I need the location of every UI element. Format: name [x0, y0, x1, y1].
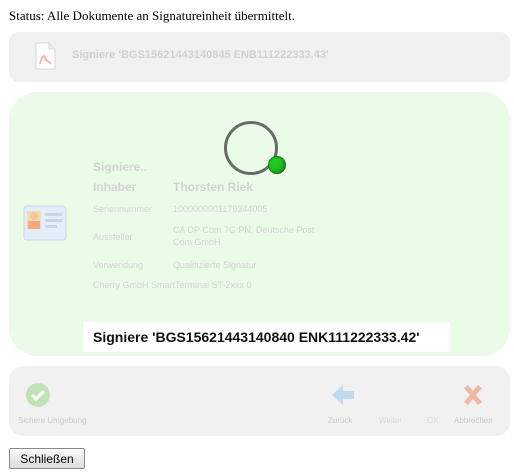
usage-label: Verwendung [93, 260, 144, 270]
serial-label: Seriennummer [93, 204, 153, 214]
pdf-document-icon [34, 42, 56, 75]
next-button[interactable]: Weiter [379, 416, 402, 425]
holder-label: Inhaber [93, 180, 137, 194]
signing-message-box: Signiere 'BGS15621443140840 ENK111222333… [83, 322, 450, 352]
close-button[interactable]: Schließen [9, 448, 85, 469]
status-message: Status: Alle Dokumente an Signatureinhei… [9, 8, 295, 23]
signature-card-icon [23, 205, 67, 246]
usage-value: Qualifizierte Signatur [173, 260, 257, 270]
back-arrow-icon[interactable] [330, 382, 356, 413]
issuer-label: Aussteller [93, 232, 133, 242]
card-heading: Signiere.. [93, 160, 148, 174]
holder-value: Thorsten Riek [173, 180, 254, 194]
spinner-dot-icon [268, 156, 286, 174]
serial-value: 1000000001179344005 [173, 204, 268, 214]
ok-button[interactable]: OK [427, 416, 439, 425]
document-title: Signiere 'BGS15621443140845 ENB111222333… [72, 49, 329, 61]
back-button[interactable]: Zurück [328, 416, 352, 425]
cancel-x-icon[interactable] [460, 382, 486, 413]
cancel-button[interactable]: Abbrechen [454, 416, 493, 425]
document-panel: Signiere 'BGS15621443140845 ENB111222333… [9, 32, 510, 82]
card-reader: Cherry GmbH SmartTerminal ST-2xxx 0 [93, 280, 252, 290]
check-icon [25, 382, 51, 413]
signing-message: Signiere 'BGS15621443140840 ENK111222333… [93, 329, 420, 345]
secure-environment-label: Sichere Umgebung [18, 416, 87, 425]
action-bar: Sichere Umgebung Zurück Weiter OK Abbrec… [9, 366, 510, 436]
issuer-value: CA DP Com 7G:PN, Deutsche Post Com GmbH [173, 225, 315, 247]
